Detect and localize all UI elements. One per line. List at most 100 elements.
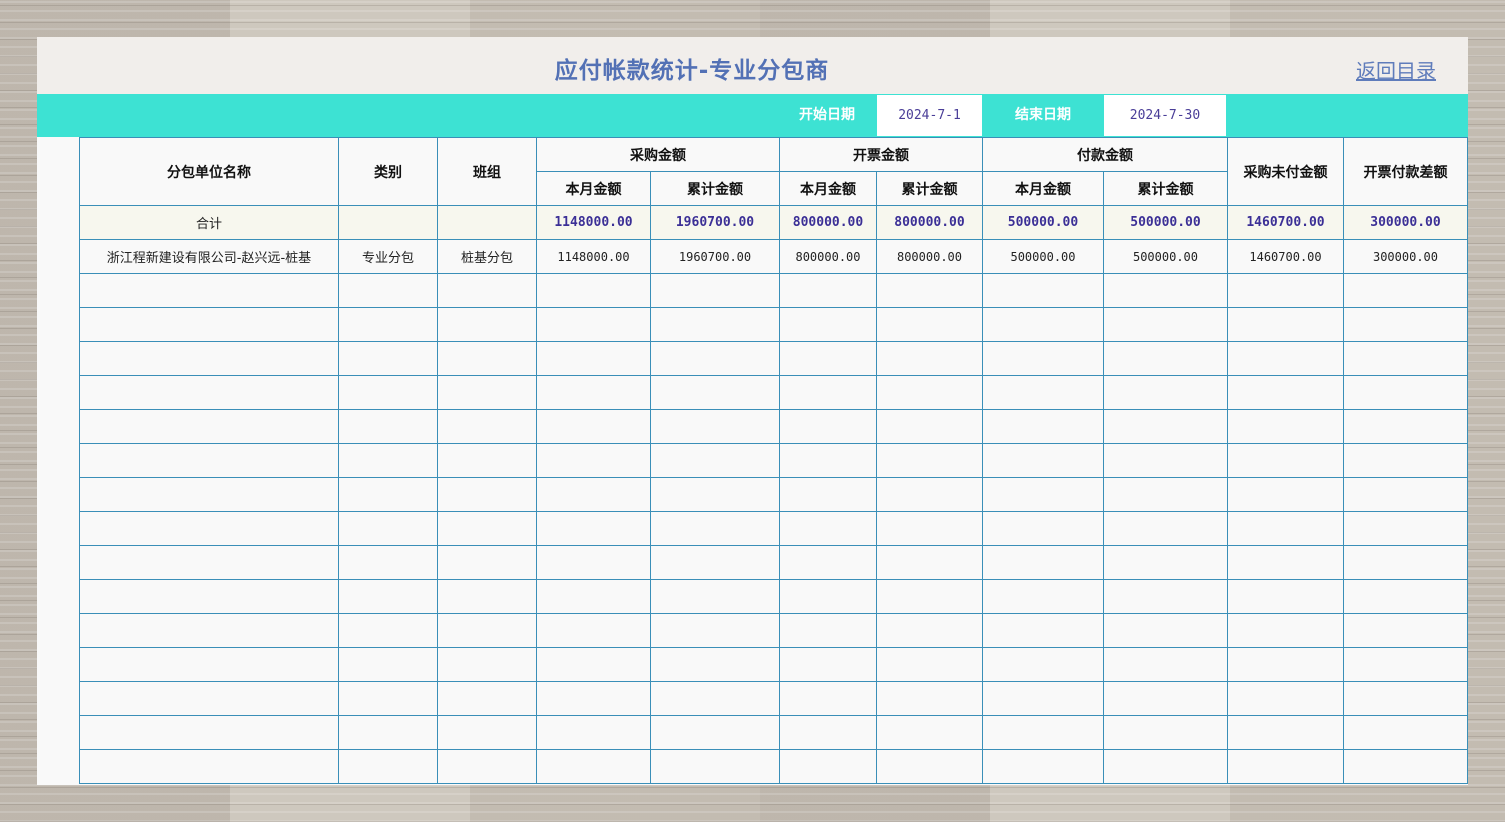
empty-cell: [1343, 409, 1468, 444]
empty-cell: [650, 511, 780, 546]
empty-cell: [79, 341, 339, 376]
empty-cell: [437, 579, 537, 614]
empty-cell: [1227, 375, 1344, 410]
empty-cell: [1343, 443, 1468, 478]
empty-cell: [1227, 511, 1344, 546]
title-bar: 应付帐款统计-专业分包商 返回目录: [37, 37, 1468, 94]
empty-cell: [1103, 409, 1228, 444]
empty-cell: [536, 443, 651, 478]
row-invoice-payment-diff: 300000.00: [1343, 239, 1468, 274]
empty-cell: [876, 341, 983, 376]
back-to-menu-link[interactable]: 返回目录: [1356, 55, 1436, 84]
empty-cell: [79, 647, 339, 682]
row-team: 桩基分包: [437, 239, 537, 274]
empty-cell: [876, 477, 983, 512]
empty-cell: [338, 307, 438, 342]
empty-cell: [876, 511, 983, 546]
header-invoice-payment-diff: 开票付款差额: [1343, 137, 1468, 206]
empty-cell: [1227, 579, 1344, 614]
empty-cell: [536, 545, 651, 580]
empty-cell: [79, 443, 339, 478]
empty-cell: [1343, 511, 1468, 546]
empty-cell: [338, 409, 438, 444]
empty-row: [79, 681, 1468, 716]
empty-cell: [1103, 647, 1228, 682]
end-date-label: 结束日期: [1015, 107, 1071, 123]
empty-cell: [1343, 273, 1468, 308]
empty-cell: [650, 715, 780, 750]
empty-cell: [338, 443, 438, 478]
empty-cell: [536, 273, 651, 308]
empty-cell: [1103, 477, 1228, 512]
table-row: 浙江程新建设有限公司-赵兴远-桩基 专业分包 桩基分包 1148000.00 1…: [79, 239, 1468, 274]
empty-cell: [650, 375, 780, 410]
total-payment-this-month: 500000.00: [982, 205, 1104, 240]
start-date-field[interactable]: 2024-7-1: [877, 95, 982, 136]
empty-cell: [437, 613, 537, 648]
empty-cell: [437, 443, 537, 478]
empty-cell: [982, 579, 1104, 614]
empty-cell: [79, 273, 339, 308]
empty-cell: [437, 375, 537, 410]
empty-cell: [536, 307, 651, 342]
empty-cell: [1103, 443, 1228, 478]
empty-cell: [1227, 613, 1344, 648]
empty-cell: [1343, 681, 1468, 716]
empty-cell: [982, 409, 1104, 444]
empty-cell: [779, 511, 877, 546]
empty-cell: [1343, 579, 1468, 614]
total-payment-cumulative: 500000.00: [1103, 205, 1228, 240]
empty-cell: [1227, 307, 1344, 342]
empty-cell: [1227, 749, 1344, 784]
empty-cell: [338, 273, 438, 308]
header-purchase-cumulative: 累计金额: [650, 171, 780, 206]
report-sheet: 应付帐款统计-专业分包商 返回目录 开始日期 2024-7-1 结束日期 202…: [37, 37, 1468, 785]
empty-cell: [779, 409, 877, 444]
empty-cell: [1103, 715, 1228, 750]
empty-cell: [650, 545, 780, 580]
empty-cell: [536, 409, 651, 444]
empty-row: [79, 443, 1468, 478]
empty-cell: [79, 681, 339, 716]
empty-cell: [338, 511, 438, 546]
empty-cell: [536, 579, 651, 614]
empty-cell: [437, 715, 537, 750]
empty-cell: [338, 477, 438, 512]
left-gutter: [37, 137, 79, 785]
empty-cell: [779, 647, 877, 682]
empty-cell: [437, 749, 537, 784]
empty-cell: [650, 443, 780, 478]
empty-cell: [779, 443, 877, 478]
empty-cell: [79, 307, 339, 342]
header-team: 班组: [437, 137, 537, 206]
empty-cell: [1103, 681, 1228, 716]
empty-cell: [437, 409, 537, 444]
row-invoice-cumulative: 800000.00: [876, 239, 983, 274]
page-title: 应付帐款统计-专业分包商: [554, 58, 830, 84]
empty-cell: [536, 681, 651, 716]
empty-cell: [779, 613, 877, 648]
empty-cell: [536, 715, 651, 750]
empty-cell: [437, 273, 537, 308]
empty-cell: [1343, 375, 1468, 410]
row-unpaid-purchase: 1460700.00: [1227, 239, 1344, 274]
empty-cell: [876, 613, 983, 648]
empty-cell: [982, 477, 1104, 512]
end-date-field[interactable]: 2024-7-30: [1104, 95, 1226, 136]
empty-cell: [79, 477, 339, 512]
empty-cell: [1103, 511, 1228, 546]
empty-cell: [876, 409, 983, 444]
empty-cell: [338, 715, 438, 750]
empty-cell: [1103, 375, 1228, 410]
total-row: 合计 1148000.00 1960700.00 800000.00 80000…: [79, 205, 1468, 240]
row-payment-this-month: 500000.00: [982, 239, 1104, 274]
header-unpaid-purchase: 采购未付金额: [1227, 137, 1344, 206]
empty-cell: [79, 375, 339, 410]
empty-cell: [876, 647, 983, 682]
header-invoice-this-month: 本月金额: [779, 171, 877, 206]
empty-row: [79, 307, 1468, 342]
empty-cell: [876, 749, 983, 784]
empty-cell: [1343, 477, 1468, 512]
total-invoice-payment-diff: 300000.00: [1343, 205, 1468, 240]
empty-cell: [437, 511, 537, 546]
